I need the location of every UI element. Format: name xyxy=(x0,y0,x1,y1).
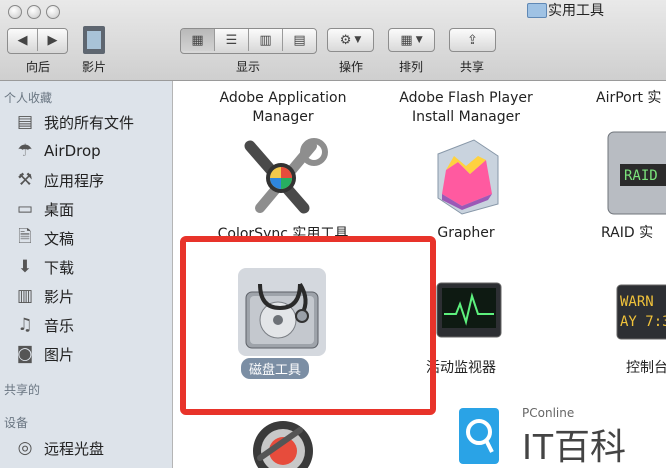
movies-label: 影片 xyxy=(81,60,106,74)
sidebar-item-remote-disc[interactable]: ◎ 远程光盘 xyxy=(14,436,164,460)
app-item-airport[interactable]: AirPort 实 xyxy=(596,89,666,108)
highlight-box xyxy=(180,236,436,415)
arrange-grid-icon: ▦ xyxy=(400,32,413,48)
favorites-header: 个人收藏 xyxy=(4,91,53,105)
console-icon[interactable]: WARN AY 7:3 xyxy=(616,284,666,340)
folder-icon xyxy=(527,3,547,18)
column-view-icon[interactable]: ▥ xyxy=(249,29,283,51)
svg-text:AY 7:3: AY 7:3 xyxy=(620,314,666,330)
arrange-button[interactable]: ▦ ▼ xyxy=(388,28,435,52)
app-item-raid[interactable]: RAID 实 xyxy=(601,224,666,243)
sidebar-item-label: 图片 xyxy=(44,345,75,364)
sidebar-item-applications[interactable]: ⚒ 应用程序 xyxy=(14,168,164,192)
pictures-icon: ◙ xyxy=(16,344,34,364)
share-button[interactable]: ⇪ xyxy=(449,28,496,52)
app-item-activity-monitor[interactable]: 活动监视器 xyxy=(426,359,516,378)
sidebar-item-label: 远程光盘 xyxy=(44,439,105,458)
minimize-window-button[interactable] xyxy=(27,5,41,19)
sidebar-item-label: 下载 xyxy=(44,258,75,277)
film-strip-icon[interactable] xyxy=(83,26,105,54)
app-label-line: Adobe Application xyxy=(219,90,347,106)
devices-header: 设备 xyxy=(4,416,29,430)
movies-icon: ▥ xyxy=(16,286,34,306)
sidebar: 个人收藏 ▤ 我的所有文件 ☂ AirDrop ⚒ 应用程序 ▭ 桌面 🗎 文稿… xyxy=(0,81,173,468)
gear-icon: ⚙ xyxy=(339,32,352,48)
share-label: 共享 xyxy=(459,60,484,74)
app-item-adobe-application-manager[interactable]: Adobe Application Manager xyxy=(203,89,363,127)
share-icon: ⇪ xyxy=(467,32,478,48)
sidebar-item-label: AirDrop xyxy=(44,142,101,160)
view-label: 显示 xyxy=(235,60,260,74)
app-label-line: Adobe Flash Player xyxy=(399,90,533,106)
shared-header: 共享的 xyxy=(4,383,41,397)
raid-utility-icon[interactable]: RAID xyxy=(606,130,666,220)
applications-icon: ⚒ xyxy=(17,170,33,190)
sidebar-item-movies[interactable]: ▥ 影片 xyxy=(14,284,164,308)
sidebar-item-airdrop[interactable]: ☂ AirDrop xyxy=(14,139,164,163)
pconline-watermark: PConline IT百科 xyxy=(459,400,666,468)
sidebar-item-pictures[interactable]: ◙ 图片 xyxy=(14,342,164,366)
pconline-logo-icon xyxy=(459,408,499,464)
forward-arrow-icon[interactable]: ▶ xyxy=(38,29,67,51)
zoom-window-button[interactable] xyxy=(46,5,60,19)
sidebar-item-label: 我的所有文件 xyxy=(44,113,135,132)
svg-text:WARN: WARN xyxy=(620,294,654,310)
window-title: 实用工具 xyxy=(548,3,604,19)
app-label-line: Install Manager xyxy=(412,109,520,125)
view-mode-control[interactable]: ▦ ☰ ▥ ▤ xyxy=(180,28,317,54)
sidebar-item-downloads[interactable]: ⬇ 下载 xyxy=(14,255,164,279)
app-item-adobe-flash-player-install-manager[interactable]: Adobe Flash Player Install Manager xyxy=(386,89,546,127)
app-label-line: Manager xyxy=(252,109,314,125)
sidebar-item-label: 文稿 xyxy=(44,229,75,248)
app-item-console[interactable]: 控制台 xyxy=(626,359,666,378)
action-button[interactable]: ⚙ ▼ xyxy=(327,28,374,52)
colorsync-icon[interactable] xyxy=(238,138,328,228)
sidebar-item-label: 影片 xyxy=(44,287,75,306)
back-arrow-icon[interactable]: ◀ xyxy=(8,29,38,51)
back-forward-control[interactable]: ◀ ▶ xyxy=(7,28,68,54)
sidebar-item-documents[interactable]: 🗎 文稿 xyxy=(14,226,164,250)
activity-monitor-icon[interactable] xyxy=(436,282,502,338)
close-window-button[interactable] xyxy=(8,5,22,19)
coverflow-view-icon[interactable]: ▤ xyxy=(283,29,316,51)
desktop-icon: ▭ xyxy=(16,199,34,219)
all-files-icon: ▤ xyxy=(16,112,34,132)
grapher-icon[interactable] xyxy=(428,134,504,216)
music-icon: ♫ xyxy=(17,315,33,335)
downloads-icon: ⬇ xyxy=(17,257,33,277)
sidebar-item-desktop[interactable]: ▭ 桌面 xyxy=(14,197,164,221)
sidebar-item-all-files[interactable]: ▤ 我的所有文件 xyxy=(14,110,164,134)
sidebar-item-label: 桌面 xyxy=(44,200,75,219)
airdrop-icon: ☂ xyxy=(17,141,33,161)
action-label: 操作 xyxy=(338,60,363,74)
sidebar-item-music[interactable]: ♫ 音乐 xyxy=(14,313,164,337)
finder-toolbar: 实用工具 ◀ ▶ 向后 影片 ▦ ☰ ▥ ▤ 显示 ⚙ ▼ 操作 ▦ ▼ 排列 … xyxy=(0,0,666,81)
watermark-text: IT百科 xyxy=(522,426,626,467)
chevron-down-icon: ▼ xyxy=(415,35,423,45)
chevron-down-icon: ▼ xyxy=(354,35,362,45)
digital-color-meter-icon[interactable] xyxy=(250,418,316,468)
back-label: 向后 xyxy=(25,60,50,74)
list-view-icon[interactable]: ☰ xyxy=(215,29,249,51)
svg-text:RAID: RAID xyxy=(624,168,658,184)
remote-disc-icon: ◎ xyxy=(17,438,33,458)
sidebar-item-label: 音乐 xyxy=(44,316,75,335)
arrange-label: 排列 xyxy=(398,60,423,74)
icon-view-icon[interactable]: ▦ xyxy=(181,29,215,51)
documents-icon: 🗎 xyxy=(18,226,32,247)
sidebar-item-label: 应用程序 xyxy=(44,171,105,190)
